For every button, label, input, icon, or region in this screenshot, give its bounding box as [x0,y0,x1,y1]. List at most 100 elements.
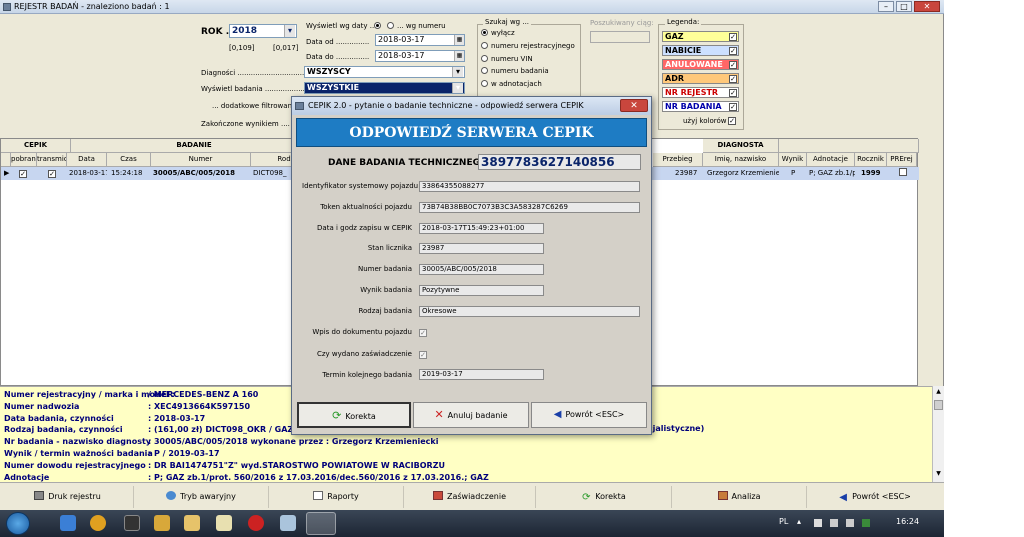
wyswietl-select[interactable]: WSZYSTKIE [304,82,465,94]
check2-checkbox[interactable]: ✓ [419,351,427,359]
radio-by-number[interactable]: ... wg numeru [387,22,446,30]
tray-arrow-icon[interactable]: ▴ [797,517,801,526]
emergency-mode-button[interactable]: Tryb awaryjny [134,486,269,508]
maximize-button[interactable]: □ [896,1,912,12]
search-input[interactable] [590,31,650,43]
show-by-date-label: Wyświetl wg daty ... [306,22,377,30]
dialog-cancel-exam-button[interactable]: ✕ Anuluj badanie [413,402,529,428]
legend-checkbox[interactable]: ✓ [729,89,737,97]
legend-checkbox[interactable]: ✓ [729,75,737,83]
language-indicator[interactable]: PL [779,517,788,526]
use-colors-checkbox[interactable]: ✓ [728,117,736,125]
dialog-banner: ODPOWIEDŹ SERWERA CEPIK [296,118,647,147]
tray-volume-icon[interactable] [846,519,854,527]
dialog-correction-button[interactable]: ⟳ Korekta [297,402,411,428]
active-app-taskbar-icon[interactable] [306,512,336,535]
calendar-icon[interactable]: ▦ [454,51,464,61]
app-taskbar-icon[interactable] [280,515,296,531]
diagnosci-select[interactable]: WSZYSCY [304,66,465,78]
emergency-mode-label: Tryb awaryjny [180,492,236,501]
dialog-back-button[interactable]: ◀ Powrót <ESC> [531,402,647,428]
legend-checkbox[interactable]: ✓ [729,47,737,55]
cell-time: 15:24:18 [111,169,143,177]
details-scrollbar[interactable]: ▲ ▼ [932,386,944,482]
info-row-label: Numer nadwozia [4,401,80,411]
x-icon: ✕ [434,408,444,421]
range-left: [0,109] [229,44,255,52]
check2-label: Czy wydano zaświadczenie [316,350,412,358]
info-row: Adnotacje: P; GAZ zb.1/prot. 560/2016 z … [4,472,489,483]
info-row: Wynik / termin ważności badania: P / 201… [4,448,220,459]
dialog-back-label: Powrót <ESC> [565,410,625,419]
print-register-button[interactable]: Druk rejestru [2,486,134,508]
tray-network-icon[interactable] [830,519,838,527]
minimize-button[interactable]: – [878,1,894,12]
certificate-label: Zaświadczenie [446,492,507,501]
search-option-label: wyłącz [491,29,515,37]
rok-select[interactable]: 2018 [229,24,297,38]
check1-checkbox[interactable]: ✓ [419,329,427,337]
back-button[interactable]: ◀ Powrót <ESC> [807,486,942,508]
dialog-field-label: Data i godz zapisu w CEPIK [317,224,412,232]
calendar-icon[interactable]: ▦ [454,35,464,45]
correction-button[interactable]: ⟳ Korekta [536,486,672,508]
scroll-down-icon[interactable]: ▼ [934,470,943,479]
col-transmic[interactable]: transmic [37,153,67,167]
dialog-close-button[interactable]: ✕ [620,99,648,112]
col-adnotacje[interactable]: Adnotacje [807,153,855,167]
radio-by-date[interactable] [374,22,384,30]
transmic-checkbox[interactable]: ✓ [46,167,64,180]
ie-icon[interactable] [60,515,76,531]
col-rocznik[interactable]: Rocznik [855,153,887,167]
opera-icon[interactable] [248,515,264,531]
info-row: Numer rejestracyjny / marka i model : / M… [4,389,258,400]
analysis-button[interactable]: Analiza [672,486,807,508]
search-option-notes[interactable]: w adnotacjach [481,80,542,88]
legend-checkbox[interactable]: ✓ [729,61,737,69]
close-button[interactable]: ✕ [914,1,940,12]
col-wynik[interactable]: Wynik [779,153,807,167]
notes-icon[interactable] [216,515,232,531]
col-imie[interactable]: Imię, nazwisko [703,153,779,167]
scroll-up-icon[interactable]: ▲ [934,388,943,397]
player-icon[interactable] [154,515,170,531]
search-option-vin[interactable]: numeru VIN [481,55,533,63]
folder-icon[interactable] [184,515,200,531]
legend-checkbox[interactable]: ✓ [729,33,737,41]
search-option-reg[interactable]: numeru rejestracyjnego [481,42,575,50]
pobrani-checkbox[interactable]: ✓ [17,167,35,180]
certificate-icon [432,491,443,500]
col-czas[interactable]: Czas [107,153,151,167]
tray-app-icon[interactable] [862,519,870,527]
group-badanie: BADANIE [71,139,318,153]
col-prerej[interactable]: PRErej [887,153,917,167]
info-row-value: : P; GAZ zb.1/prot. 560/2016 z 17.03.201… [148,472,489,482]
info-row: Numer nadwozia: XEC4913664K597150 [4,401,250,412]
legend-checkbox[interactable]: ✓ [729,103,737,111]
date-to-field[interactable]: 2018-03-17 ▦ [375,50,465,62]
info-row-label: Nr badania - nazwisko diagnosty [4,437,152,447]
legend-item: GAZ ✓ [662,31,739,42]
certificate-button[interactable]: Zaświadczenie [404,486,536,508]
legend-item-label: NR REJESTR [665,88,719,97]
info-row: Numer dowodu rejestracyjnego: DR BAI1474… [4,460,445,471]
col-pobrani[interactable]: pobrani [11,153,37,167]
date-from-value: 2018-03-17 [378,35,425,44]
scroll-thumb[interactable] [934,400,943,410]
chrome-icon[interactable] [90,515,106,531]
col-data[interactable]: Data [67,153,107,167]
reports-button[interactable]: Raporty [269,486,404,508]
clock[interactable]: 16:24 [896,517,919,526]
search-option-off[interactable]: wyłącz [481,29,515,37]
start-button[interactable] [6,512,30,535]
search-option-number[interactable]: numeru badania [481,67,549,75]
date-from-field[interactable]: 2018-03-17 ▦ [375,34,465,46]
emergency-icon [166,491,177,500]
dialog-field-value: Okresowe [419,306,640,317]
media-icon[interactable] [124,515,140,531]
prerej-checkbox[interactable] [897,167,915,180]
col-przebieg[interactable]: Przebieg [653,153,703,167]
col-numer[interactable]: Numer [151,153,251,167]
tray-flag-icon[interactable] [814,519,822,527]
dialog-field-label: Stan licznika [367,244,412,252]
